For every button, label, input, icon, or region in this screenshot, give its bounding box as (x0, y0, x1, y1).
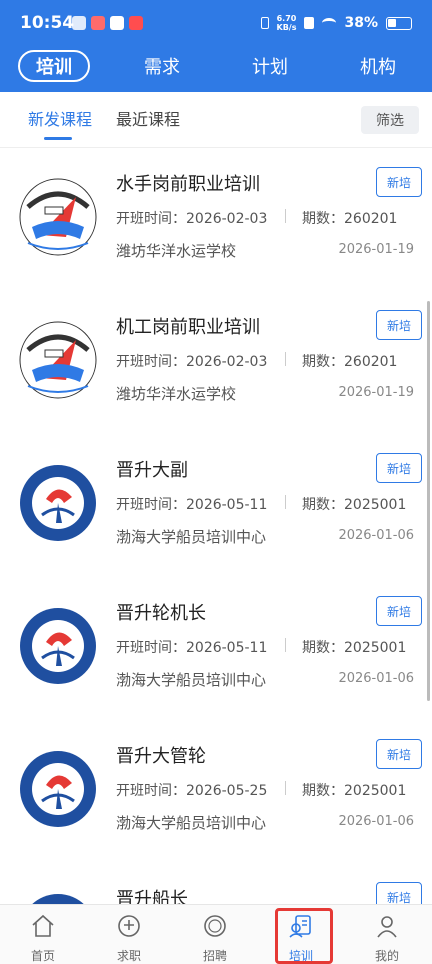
nav-profile-label: 我的 (374, 949, 399, 963)
course-title: 水手岗前职业培训 (116, 174, 260, 195)
status-bar: 10:54 6.70 KB/s 38% (0, 0, 432, 50)
meta-divider (285, 495, 286, 509)
institution-name: 潍坊华洋水运学校 (116, 242, 237, 260)
app-notification-icon (91, 16, 105, 30)
publish-date: 2026-01-06 (338, 671, 414, 686)
publish-date: 2026-01-06 (338, 814, 414, 829)
course-item[interactable]: 晋升轮机长 新培 开班时间：2026-05-11 期数：2025001 渤海大学… (0, 578, 432, 721)
meta-divider (285, 638, 286, 652)
course-item[interactable]: 水手岗前职业培训 新培 开班时间：2026-02-03 期数：260201 潍坊… (0, 149, 432, 292)
nav-training-label: 培训 (288, 949, 313, 963)
nav-home-label: 首页 (30, 949, 55, 963)
period: 期数：2025001 (302, 497, 407, 513)
vibrate-icon (260, 17, 269, 29)
main-nav-tabs: 培训 需求 计划 机构 (0, 50, 432, 86)
start-time: 开班时间：2026-02-03 (116, 354, 268, 370)
course-item[interactable]: 晋升大副 新培 开班时间：2026-05-11 期数：2025001 渤海大学船… (0, 435, 432, 578)
bohai-university-logo-icon (32, 894, 84, 904)
course-list[interactable]: 水手岗前职业培训 新培 开班时间：2026-02-03 期数：260201 潍坊… (0, 149, 432, 904)
tab-recent-courses[interactable]: 最近课程 (116, 106, 180, 130)
course-sub-tabs: 新发课程 最近课程 筛选 (0, 92, 432, 148)
sim-icon (304, 17, 315, 29)
meta-divider (285, 352, 286, 366)
net-speed: 6.70 KB/s (276, 14, 297, 32)
publish-date: 2026-01-19 (338, 242, 414, 257)
institution-name: 渤海大学船员培训中心 (116, 671, 267, 689)
start-time: 开班时间：2026-05-11 (116, 640, 268, 656)
course-tag[interactable]: 新培 (376, 453, 422, 483)
nav-job-seek[interactable]: 求职 (86, 905, 172, 964)
nav-job-seek-label: 求职 (116, 949, 141, 963)
bohai-university-logo-icon (20, 465, 96, 541)
tab-institution[interactable]: 机构 (342, 50, 414, 82)
course-item[interactable]: 机工岗前职业培训 新培 开班时间：2026-02-03 期数：260201 潍坊… (0, 292, 432, 435)
filter-button[interactable]: 筛选 (361, 106, 419, 134)
tab-demand[interactable]: 需求 (126, 50, 198, 82)
mail-icon (110, 16, 124, 30)
status-time: 10:54 (20, 13, 75, 33)
period: 期数：2025001 (302, 640, 407, 656)
tab-plan[interactable]: 计划 (234, 50, 306, 82)
course-tag[interactable]: 新培 (376, 167, 422, 197)
course-item[interactable]: 晋升船长 新培 (0, 864, 432, 904)
top-header: 10:54 6.70 KB/s 38% 培训 需求 计划 机构 (0, 0, 432, 92)
job-seek-icon (118, 915, 140, 937)
institution-name: 潍坊华洋水运学校 (116, 385, 237, 403)
period: 期数：260201 (302, 211, 398, 227)
home-icon (32, 914, 54, 937)
publish-date: 2026-01-19 (338, 385, 414, 400)
profile-icon (377, 916, 397, 938)
institution-name: 渤海大学船员培训中心 (116, 814, 267, 832)
meta-divider (285, 209, 286, 223)
publish-date: 2026-01-06 (338, 528, 414, 543)
nav-recruit-label: 招聘 (202, 949, 227, 963)
course-tag[interactable]: 新培 (376, 310, 422, 340)
nav-recruit[interactable]: 招聘 (172, 905, 258, 964)
app-badge-icon (129, 16, 143, 30)
bohai-university-logo-icon (20, 608, 96, 684)
course-tag[interactable]: 新培 (376, 739, 422, 769)
nav-home[interactable]: 首页 (0, 905, 86, 964)
period: 期数：260201 (302, 354, 398, 370)
wifi-icon (322, 18, 337, 28)
notification-icon (72, 16, 86, 30)
course-tag[interactable]: 新培 (376, 882, 422, 904)
bottom-nav: 首页 求职 招聘 培训 我的 (0, 904, 432, 964)
battery-text: 38% (344, 15, 378, 31)
nav-profile[interactable]: 我的 (344, 905, 430, 964)
tab-training[interactable]: 培训 (18, 50, 90, 82)
course-title: 机工岗前职业培训 (116, 317, 260, 338)
period: 期数：2025001 (302, 783, 407, 799)
start-time: 开班时间：2026-05-25 (116, 783, 268, 799)
course-title: 晋升船长 (116, 889, 188, 904)
course-item[interactable]: 晋升大管轮 新培 开班时间：2026-05-25 期数：2025001 渤海大学… (0, 721, 432, 864)
tab-new-courses[interactable]: 新发课程 (28, 106, 92, 140)
meta-divider (285, 781, 286, 795)
start-time: 开班时间：2026-02-03 (116, 211, 268, 227)
bohai-university-logo-icon (20, 751, 96, 827)
training-icon (289, 915, 311, 938)
course-title: 晋升大副 (116, 460, 188, 481)
scrollbar[interactable] (427, 301, 430, 701)
huayang-school-logo-icon (19, 178, 97, 256)
start-time: 开班时间：2026-05-11 (116, 497, 268, 513)
institution-name: 渤海大学船员培训中心 (116, 528, 267, 546)
course-title: 晋升大管轮 (116, 746, 206, 767)
course-tag[interactable]: 新培 (376, 596, 422, 626)
recruit-icon (204, 915, 226, 937)
nav-training[interactable]: 培训 (258, 905, 344, 964)
battery-icon (386, 16, 412, 30)
huayang-school-logo-icon (19, 321, 97, 399)
course-title: 晋升轮机长 (116, 603, 206, 624)
